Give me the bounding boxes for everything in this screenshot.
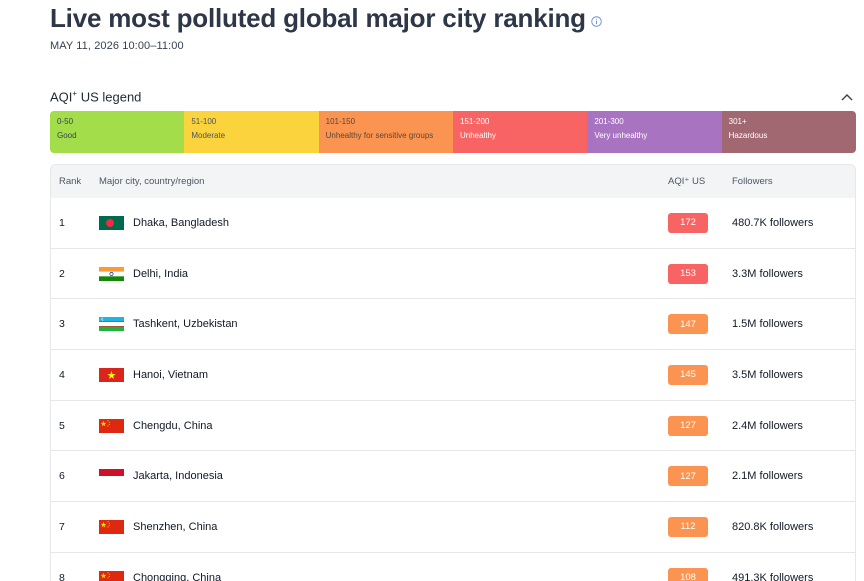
aqi-badge: 112 [668,516,708,537]
followers-count: 3.3M followers [732,267,803,280]
legend-segment: 51-100 Moderate [184,111,319,153]
rank-cell: 6 [59,470,65,483]
legend-label: Moderate [191,131,226,140]
rank-cell: 3 [59,318,65,331]
legend-label: Unhealthy for sensitive groups [325,131,434,140]
legend-range: 301+ [728,117,747,126]
legend-label: Unhealthy [459,131,497,140]
table-row[interactable]: 6 Jakarta, Indonesia 127 2.1M followers [51,451,855,503]
legend-range: 151-200 [459,117,490,126]
table-row[interactable]: 3 Tashkent, Uzbekistan 147 1.5M followers [51,299,855,351]
city-name-link[interactable]: Hanoi, Vietnam [133,369,208,381]
rank-cell: 5 [59,419,65,432]
header-city: Major city, country/region [99,176,205,187]
page-title: Live most polluted global major city ran… [50,3,586,33]
legend-segment: 151-200 Unhealthy [452,111,588,153]
city-name-link[interactable]: Delhi, India [133,268,188,280]
city-name-link[interactable]: Tashkent, Uzbekistan [133,318,238,330]
legend-segment: 0-50 Good [50,111,185,153]
table-row[interactable]: 1 Dhaka, Bangladesh 172 480.7K followers [51,198,855,249]
city-name-link[interactable]: Jakarta, Indonesia [133,470,223,482]
legend-range: 0-50 [57,117,74,126]
legend-title: AQI+ US legend [50,89,142,105]
legend-segment: 101-150 Unhealthy for sensitive groups [318,111,453,153]
table-row[interactable]: 8 Chongqing, China 108 491.3K followers [51,553,855,581]
aqi-badge: 147 [668,314,708,335]
table-header: Rank Major city, country/region AQI⁺ US … [51,165,855,198]
table-row[interactable]: 2 Delhi, India 153 3.3M followers [51,249,855,300]
aqi-badge: 127 [668,415,708,436]
legend-range: 51-100 [191,117,217,126]
aqi-badge: 153 [668,263,708,284]
header-rank: Rank [59,176,82,187]
followers-count: 480.7K followers [732,216,814,229]
china-flag-icon [99,519,124,534]
followers-count: 3.5M followers [732,368,803,381]
legend-label: Very unhealthy [594,131,648,140]
legend-range: 201-300 [594,117,624,126]
followers-count: 2.1M followers [732,470,803,483]
india-flag-icon [99,266,124,281]
rank-cell: 8 [59,571,65,581]
chevron-up-icon[interactable] [841,93,853,101]
table-body: 1 Dhaka, Bangladesh 172 480.7K followers 2 De… [51,198,855,581]
followers-count: 491.3K followers [732,571,814,581]
legend-range: 101-150 [325,117,356,126]
bangladesh-flag-icon [99,215,124,230]
city-name-link[interactable]: Dhaka, Bangladesh [133,217,229,229]
aqi-legend-bar: 0-50 Good 51-100 Moderate 101-150 Unhealthy f… [50,111,856,153]
table-row[interactable]: 5 Chengdu, China 127 2.4M followers [51,401,855,452]
aqi-badge: 127 [668,466,708,487]
rank-cell: 4 [59,368,65,381]
china-flag-icon [99,418,124,433]
followers-count: 820.8K followers [732,520,814,533]
followers-count: 2.4M followers [732,419,803,432]
china-flag-icon [99,570,124,581]
followers-count: 1.5M followers [732,318,803,331]
table-row[interactable]: 4 Hanoi, Vietnam 145 3.5M followers [51,350,855,401]
city-ranking-table: Rank Major city, country/region AQI⁺ US … [50,164,856,581]
rank-cell: 7 [59,520,65,533]
info-icon[interactable] [591,16,602,27]
ranking-date: MAY 11, 2026 10:00–11:00 [50,40,184,52]
legend-label: Good [57,131,77,140]
rank-cell: 1 [59,216,65,229]
page-title-row: Live most polluted global major city ran… [50,3,602,34]
table-row[interactable]: 7 Shenzhen, China 112 820.8K followers [51,502,855,553]
aqi-badge: 145 [668,364,708,385]
legend-label: Hazardous [728,131,768,140]
vietnam-flag-icon [99,367,124,382]
rank-cell: 2 [59,267,65,280]
aqi-badge: 108 [668,567,708,581]
header-followers: Followers [732,176,773,187]
indonesia-flag-icon [99,469,124,484]
legend-header[interactable]: AQI+ US legend [50,89,856,104]
legend-segment: 301+ Hazardous [721,111,856,153]
uzbekistan-flag-icon [99,317,124,332]
legend-segment: 201-300 Very unhealthy [587,111,722,153]
header-aqi: AQI⁺ US [668,176,706,187]
city-name-link[interactable]: Chengdu, China [133,420,213,432]
city-name-link[interactable]: Chongqing, China [133,572,221,581]
aqi-badge: 172 [668,212,708,233]
city-name-link[interactable]: Shenzhen, China [133,521,217,533]
